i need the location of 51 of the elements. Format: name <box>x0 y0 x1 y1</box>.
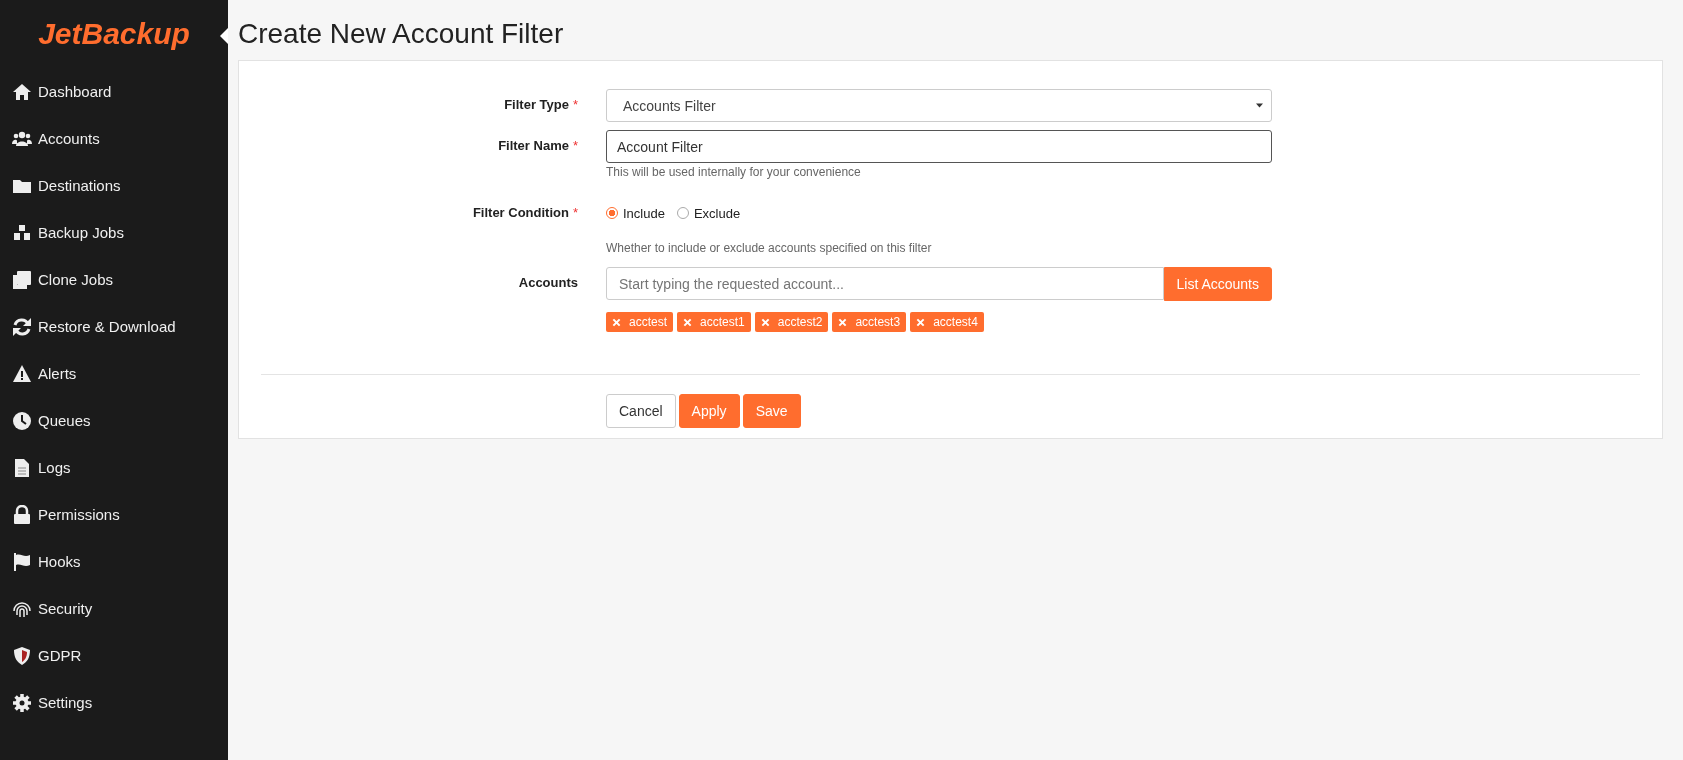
page-title: Create New Account Filter <box>238 18 565 50</box>
sidebar-item[interactable]: GDPR <box>0 632 228 679</box>
form-button[interactable]: Cancel <box>606 394 676 428</box>
clock-icon <box>12 410 32 431</box>
document-icon <box>12 457 32 478</box>
sidebar-item[interactable]: Restore & Download <box>0 303 228 350</box>
remove-icon <box>916 317 926 327</box>
required-mark: * <box>572 138 578 153</box>
required-mark: * <box>572 205 578 220</box>
sidebar-item[interactable]: Destinations <box>0 162 228 209</box>
lock-icon <box>12 504 32 525</box>
sidebar-item[interactable]: Permissions <box>0 491 228 538</box>
remove-icon <box>760 317 770 327</box>
sidebar-item[interactable]: Accounts <box>0 115 228 162</box>
flag-icon <box>12 551 32 572</box>
sidebar-item[interactable]: Logs <box>0 444 228 491</box>
radio-button[interactable] <box>676 207 689 219</box>
remove-icon <box>838 317 848 327</box>
filter-type-select[interactable]: Accounts Filter <box>606 89 1272 122</box>
filter-name-input[interactable]: Account Filter <box>606 130 1272 163</box>
account-search-input[interactable]: Start typing the requested account... <box>606 267 1164 300</box>
shield-icon <box>12 645 32 666</box>
pointer-icon <box>218 26 228 46</box>
radio-label[interactable]: Include <box>623 205 665 221</box>
home-icon <box>12 81 32 102</box>
help-text: This will be used internally for your convenience <box>606 165 862 179</box>
gear-icon <box>12 692 32 713</box>
sidebar-item[interactable]: Security <box>0 585 228 632</box>
sidebar-item[interactable]: Settings <box>0 679 228 726</box>
sidebar-item[interactable]: Clone Jobs <box>0 256 228 303</box>
help-text: Whether to include or exclude accounts specified on this filter <box>606 241 933 255</box>
remove-icon <box>683 317 692 327</box>
remove-icon <box>612 317 621 327</box>
sidebar-item[interactable]: Hooks <box>0 538 228 585</box>
required-mark: * <box>572 97 578 112</box>
sidebar-item[interactable]: Alerts <box>0 350 228 397</box>
radio-button[interactable] <box>606 207 618 219</box>
copy-icon <box>12 269 32 290</box>
cubes-icon <box>12 222 32 243</box>
warning-icon <box>12 363 32 384</box>
logo[interactable]: JetBackup <box>38 17 190 51</box>
field-label: Filter Name <box>498 138 569 153</box>
field-label: Filter Condition <box>472 205 569 220</box>
field-label: Filter Type <box>504 97 569 112</box>
sidebar-item[interactable]: Dashboard <box>0 68 228 115</box>
sidebar-item[interactable]: Backup Jobs <box>0 209 228 256</box>
caret-icon <box>1256 103 1263 108</box>
sidebar-item[interactable]: Queues <box>0 397 228 444</box>
field-label: Accounts <box>518 275 578 290</box>
refresh-icon <box>12 316 32 337</box>
radio-label[interactable]: Exclude <box>693 205 741 221</box>
